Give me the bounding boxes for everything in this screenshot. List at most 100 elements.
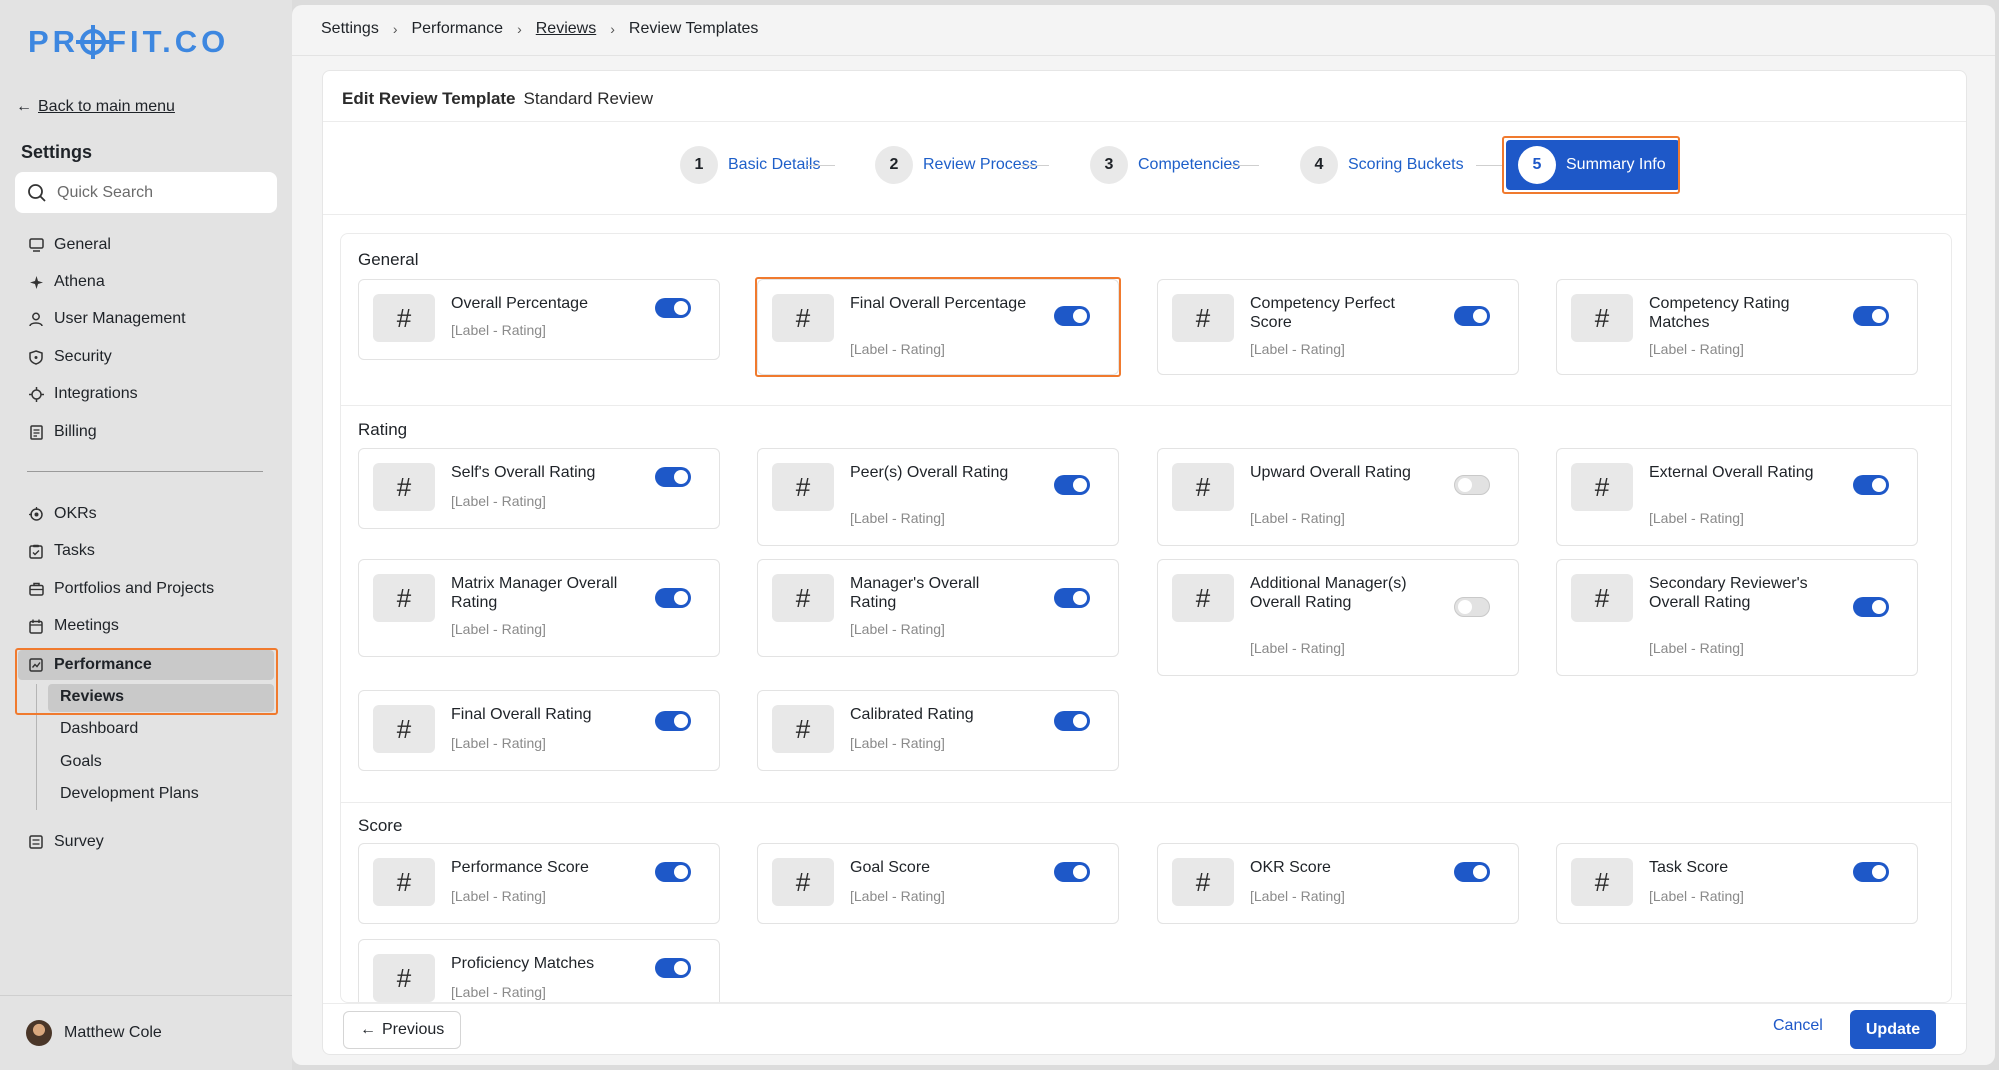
back-to-main-menu-link[interactable]: ← Back to main menu xyxy=(16,98,175,116)
hash-icon: # xyxy=(772,463,834,511)
sidebar-sub-goals[interactable]: Goals xyxy=(60,753,102,771)
hash-icon: # xyxy=(1172,574,1234,622)
cancel-button[interactable]: Cancel xyxy=(1773,1017,1823,1035)
toggle-switch[interactable] xyxy=(1454,306,1490,326)
toggle-switch[interactable] xyxy=(1853,475,1889,495)
header-divider xyxy=(292,55,1995,56)
toggle-switch[interactable] xyxy=(655,958,691,978)
breadcrumb-performance[interactable]: Performance xyxy=(411,20,503,38)
footer-divider xyxy=(323,1003,1966,1004)
hash-icon: # xyxy=(373,463,435,511)
sidebar-item-athena[interactable]: Athena xyxy=(28,270,105,294)
hash-icon: # xyxy=(373,858,435,906)
sidebar: PR FIT.CO ← Back to main menu Settings Ge… xyxy=(0,0,292,1070)
tile-okr-score: # OKR Score [Label - Rating] xyxy=(1157,843,1519,924)
sidebar-item-label: Security xyxy=(54,348,112,365)
page-title: Edit Review Template Standard Review xyxy=(342,89,653,108)
sidebar-item-tasks[interactable]: Tasks xyxy=(28,539,95,563)
title-divider xyxy=(323,121,1966,122)
main-panel: Settings › Performance › Reviews › Revie… xyxy=(292,5,1995,1065)
breadcrumb-settings[interactable]: Settings xyxy=(321,20,379,38)
avatar xyxy=(26,1020,52,1046)
sidebar-sub-development-plans[interactable]: Development Plans xyxy=(60,785,199,803)
tile-competency-rating-matches: # Competency Rating Matches [Label - Rat… xyxy=(1556,279,1918,375)
sidebar-item-label: General xyxy=(54,236,111,253)
sidebar-item-meetings[interactable]: Meetings xyxy=(28,614,119,638)
profit-logo[interactable]: PR FIT.CO xyxy=(28,24,229,60)
section-title-score: Score xyxy=(358,816,403,835)
sidebar-item-label: OKRs xyxy=(54,505,97,522)
sidebar-sub-dashboard[interactable]: Dashboard xyxy=(60,720,138,738)
section-title-rating: Rating xyxy=(358,420,408,439)
update-button[interactable]: Update xyxy=(1850,1010,1936,1049)
logo-text-left: PR xyxy=(28,24,80,59)
hash-icon: # xyxy=(1571,858,1633,906)
stepper-divider xyxy=(323,214,1966,215)
highlight-box-summary-step xyxy=(1502,136,1680,194)
user-name: Matthew Cole xyxy=(64,1024,162,1041)
sidebar-item-user-management[interactable]: User Management xyxy=(28,307,186,331)
toggle-switch[interactable] xyxy=(1454,597,1490,617)
edit-template-card: Edit Review Template Standard Review 1 B… xyxy=(322,70,1967,1055)
step-basic-details[interactable]: 1 Basic Details xyxy=(680,146,820,184)
sidebar-item-label: Tasks xyxy=(54,542,95,559)
target-icon xyxy=(28,506,44,522)
toggle-switch[interactable] xyxy=(1853,306,1889,326)
toggle-switch[interactable] xyxy=(1853,597,1889,617)
sidebar-item-general[interactable]: General xyxy=(28,233,111,257)
toggle-switch[interactable] xyxy=(655,467,691,487)
search-icon xyxy=(28,183,46,202)
tile-goal-score: # Goal Score [Label - Rating] xyxy=(757,843,1119,924)
hash-icon: # xyxy=(772,705,834,753)
sidebar-item-okrs[interactable]: OKRs xyxy=(28,502,97,526)
chevron-right-icon: › xyxy=(517,21,522,37)
section-divider xyxy=(341,802,1951,803)
hash-icon: # xyxy=(1172,463,1234,511)
step-connector xyxy=(1021,165,1049,166)
toggle-switch[interactable] xyxy=(1054,475,1090,495)
hash-icon: # xyxy=(1571,463,1633,511)
previous-button[interactable]: ← Previous xyxy=(343,1011,462,1049)
tile-competency-perfect-score: # Competency Perfect Score [Label - Rati… xyxy=(1157,279,1519,375)
sidebar-item-label: User Management xyxy=(54,310,186,327)
toggle-switch[interactable] xyxy=(1454,862,1490,882)
tile-calibrated-rating: # Calibrated Rating [Label - Rating] xyxy=(757,690,1119,771)
tile-matrix-manager-overall-rating: # Matrix Manager Overall Rating [Label -… xyxy=(358,559,720,657)
toggle-switch[interactable] xyxy=(1054,711,1090,731)
toggle-switch[interactable] xyxy=(1054,588,1090,608)
list-icon xyxy=(28,834,44,850)
step-scoring-buckets[interactable]: 4 Scoring Buckets xyxy=(1300,146,1464,184)
sidebar-item-label: Athena xyxy=(54,273,105,290)
sidebar-item-integrations[interactable]: Integrations xyxy=(28,382,138,406)
toggle-switch[interactable] xyxy=(655,862,691,882)
logo-target-mark xyxy=(76,25,111,59)
toggle-switch[interactable] xyxy=(1853,862,1889,882)
user-profile[interactable]: Matthew Cole xyxy=(0,995,292,1070)
tile-proficiency-matches: # Proficiency Matches [Label - Rating] xyxy=(358,939,720,1002)
sidebar-item-billing[interactable]: Billing xyxy=(28,420,97,444)
tile-additional-managers-overall-rating: # Additional Manager(s) Overall Rating [… xyxy=(1157,559,1519,676)
chevron-right-icon: › xyxy=(392,21,398,37)
logo-text-right: FIT.CO xyxy=(107,24,230,59)
template-name: Standard Review xyxy=(523,89,653,108)
toggle-switch[interactable] xyxy=(655,298,691,318)
plug-icon xyxy=(28,386,44,402)
sidebar-divider xyxy=(27,471,263,472)
sidebar-item-label: Meetings xyxy=(54,617,119,634)
sidebar-item-label: Survey xyxy=(54,833,104,850)
quick-search-input[interactable] xyxy=(57,183,257,202)
sidebar-item-portfolios[interactable]: Portfolios and Projects xyxy=(28,577,214,601)
toggle-switch[interactable] xyxy=(1054,862,1090,882)
toggle-switch[interactable] xyxy=(655,588,691,608)
chevron-right-icon: › xyxy=(610,21,615,37)
step-connector xyxy=(807,165,835,166)
sidebar-item-security[interactable]: Security xyxy=(28,345,112,369)
sidebar-item-label: Billing xyxy=(54,423,97,440)
breadcrumb-reviews[interactable]: Reviews xyxy=(536,20,596,38)
quick-search-box[interactable] xyxy=(15,172,277,213)
sidebar-item-survey[interactable]: Survey xyxy=(28,830,104,854)
step-competencies[interactable]: 3 Competencies xyxy=(1090,146,1240,184)
step-review-process[interactable]: 2 Review Process xyxy=(875,146,1038,184)
toggle-switch[interactable] xyxy=(1454,475,1490,495)
toggle-switch[interactable] xyxy=(655,711,691,731)
